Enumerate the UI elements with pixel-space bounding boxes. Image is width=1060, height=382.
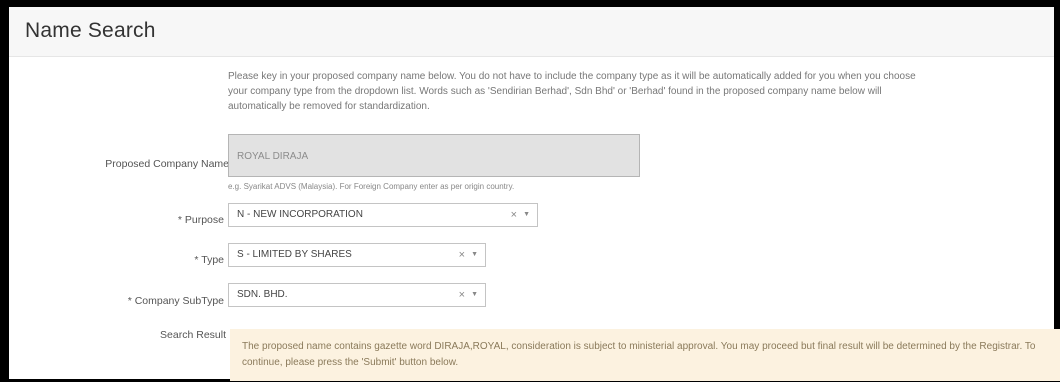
intro-instructions: Please key in your proposed company name…: [228, 71, 916, 112]
type-selected-value: S - LIMITED BY SHARES: [237, 249, 352, 260]
purpose-selected-value: N - NEW INCORPORATION: [237, 209, 363, 220]
type-clear-icon[interactable]: ×: [459, 244, 465, 266]
subtype-chevron-down-icon[interactable]: ▼: [471, 284, 478, 306]
subtype-label: * Company SubType: [127, 295, 224, 307]
company-name-hint: e.g. Syarikat ADVS (Malaysia). For Forei…: [228, 182, 515, 191]
company-name-label: Proposed Company Name: [105, 158, 229, 170]
page-title: Name Search: [25, 19, 156, 42]
panel-header: Name Search: [9, 7, 1054, 57]
purpose-clear-icon[interactable]: ×: [511, 204, 517, 226]
subtype-clear-icon[interactable]: ×: [459, 284, 465, 306]
subtype-selected-value: SDN. BHD.: [237, 289, 288, 300]
type-label: * Type: [194, 254, 224, 266]
purpose-select[interactable]: N - NEW INCORPORATION × ▼: [228, 203, 538, 227]
subtype-select[interactable]: SDN. BHD. × ▼: [228, 283, 486, 307]
name-search-panel: Name Search Please key in your proposed …: [9, 7, 1054, 379]
purpose-chevron-down-icon[interactable]: ▼: [523, 204, 530, 226]
type-select[interactable]: S - LIMITED BY SHARES × ▼: [228, 243, 486, 267]
purpose-label: * Purpose: [177, 214, 224, 226]
company-name-input[interactable]: ROYAL DIRAJA: [228, 134, 640, 177]
type-chevron-down-icon[interactable]: ▼: [471, 244, 478, 266]
search-result-label: Search Result: [160, 329, 226, 341]
search-result-message: The proposed name contains gazette word …: [230, 329, 1060, 381]
